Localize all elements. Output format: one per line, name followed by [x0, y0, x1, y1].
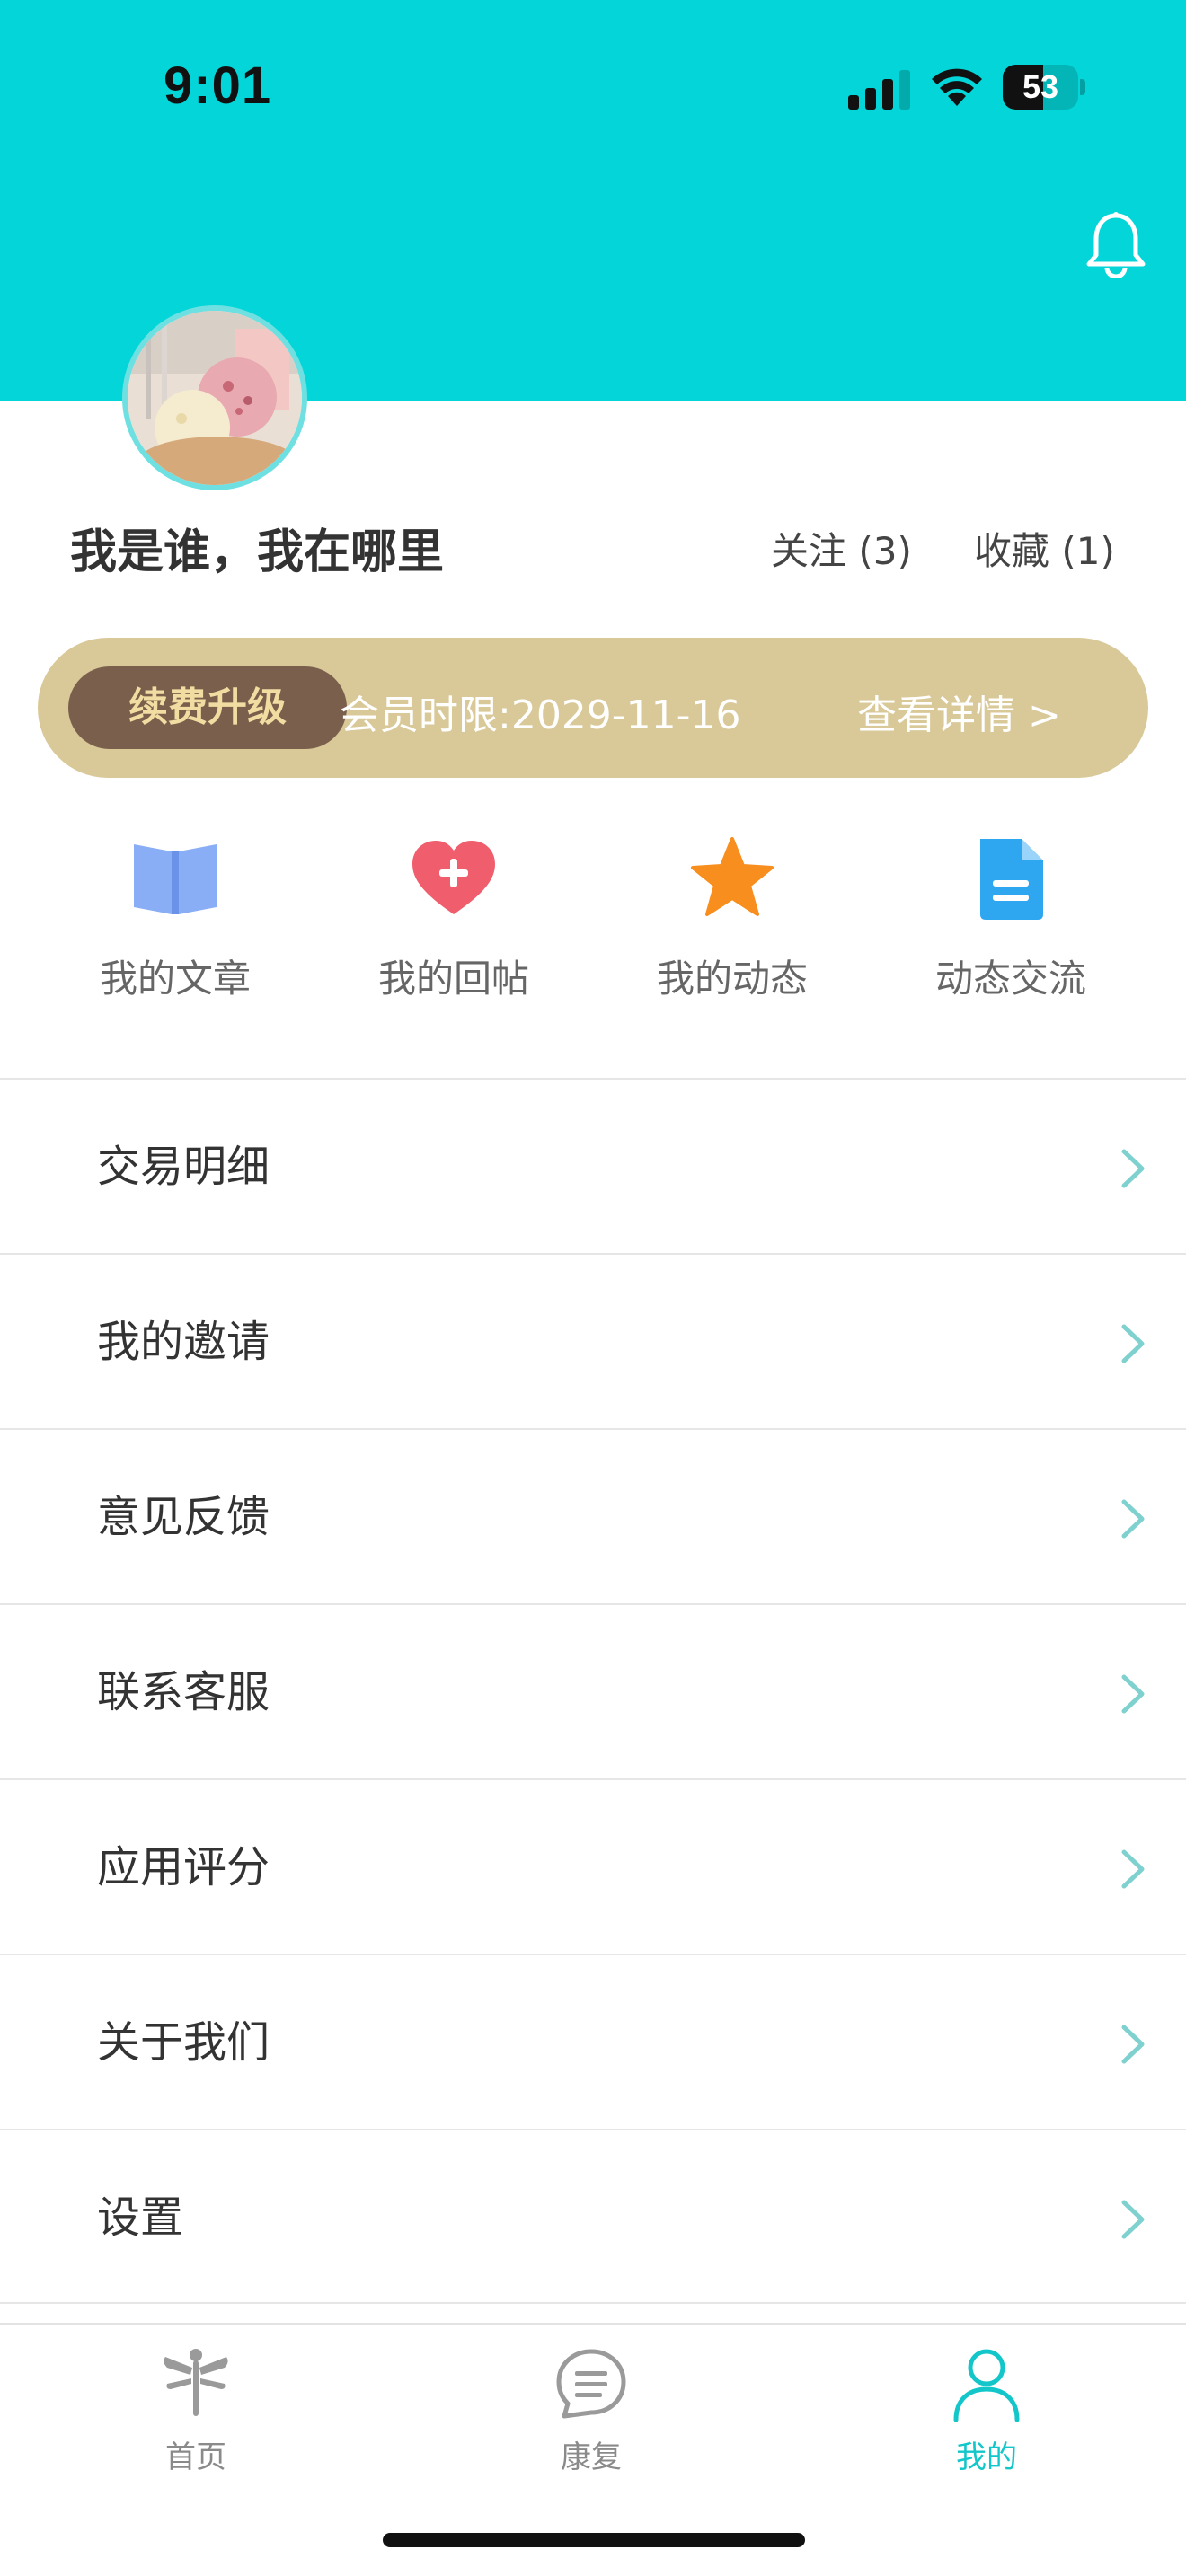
- menu-item-settings[interactable]: 设置: [0, 2129, 1186, 2304]
- menu-item-label: 交易明细: [97, 1142, 270, 1192]
- battery-indicator: 53: [1003, 65, 1085, 110]
- membership-banner[interactable]: 续费升级 会员时限:2029-11-16 查看详情 >: [38, 638, 1148, 778]
- tab-label: 康复: [561, 2439, 622, 2475]
- tab-home[interactable]: 首页: [61, 2325, 331, 2504]
- quick-action-label: 我的文章: [99, 957, 251, 1001]
- quick-action-label: 我的动态: [656, 957, 808, 1001]
- view-details-link[interactable]: 查看详情 >: [857, 683, 1061, 740]
- person-icon: [953, 2349, 1020, 2422]
- menu-item-invitations[interactable]: 我的邀请: [0, 1253, 1186, 1428]
- chevron-right-icon: [1121, 1849, 1145, 1889]
- document-icon: [980, 839, 1043, 920]
- user-avatar[interactable]: [122, 305, 307, 490]
- chevron-right-icon: [1121, 1674, 1145, 1714]
- tab-rehab[interactable]: 康复: [456, 2325, 726, 2504]
- quick-action-exchange[interactable]: 动态交流: [898, 834, 1123, 1004]
- tab-mine[interactable]: 我的: [852, 2325, 1121, 2504]
- quick-action-label: 动态交流: [934, 957, 1086, 1001]
- chat-bubble-icon: [556, 2349, 626, 2419]
- menu-item-rate-app[interactable]: 应用评分: [0, 1778, 1186, 1954]
- menu-item-transactions[interactable]: 交易明细: [0, 1078, 1186, 1253]
- chevron-right-icon: [1121, 2200, 1145, 2239]
- renew-upgrade-button[interactable]: 续费升级: [68, 666, 347, 749]
- menu-item-customer-service[interactable]: 联系客服: [0, 1603, 1186, 1778]
- heart-plus-icon: [412, 841, 495, 914]
- menu-item-about-us[interactable]: 关于我们: [0, 1954, 1186, 2129]
- dragonfly-icon: [164, 2349, 228, 2416]
- menu-item-feedback[interactable]: 意见反馈: [0, 1428, 1186, 1603]
- quick-action-articles[interactable]: 我的文章: [63, 834, 288, 1004]
- quick-action-label: 我的回帖: [377, 957, 529, 1001]
- quick-action-moments[interactable]: 我的动态: [620, 834, 845, 1004]
- menu-item-label: 设置: [97, 2192, 184, 2243]
- notification-bell-icon[interactable]: [1084, 210, 1148, 278]
- follow-count-link[interactable]: 关注 (3): [771, 521, 912, 576]
- cellular-signal-icon: [848, 70, 910, 110]
- tab-label: 我的: [956, 2439, 1017, 2475]
- avatar-image: [128, 311, 302, 485]
- open-book-icon: [134, 844, 217, 914]
- menu-item-label: 应用评分: [97, 1842, 270, 1892]
- menu-item-label: 意见反馈: [97, 1492, 270, 1542]
- chevron-right-icon: [1121, 2025, 1145, 2064]
- chevron-right-icon: [1121, 1324, 1145, 1363]
- chevron-right-icon: [1121, 1149, 1145, 1188]
- home-indicator[interactable]: [383, 2533, 805, 2547]
- menu-item-label: 关于我们: [97, 2017, 270, 2068]
- user-name: 我是谁，我在哪里: [70, 525, 445, 579]
- menu-item-label: 我的邀请: [97, 1317, 270, 1367]
- chevron-right-icon: [1121, 1499, 1145, 1539]
- star-icon: [691, 837, 774, 916]
- favorites-count-link[interactable]: 收藏 (1): [974, 521, 1115, 576]
- tab-label: 首页: [165, 2439, 226, 2475]
- quick-action-replies[interactable]: 我的回帖: [341, 834, 566, 1004]
- battery-percent: 53: [1022, 68, 1059, 105]
- settings-menu: 交易明细 我的邀请 意见反馈 联系客服 应用评分 关于我们 设置: [0, 1078, 1186, 2304]
- status-time: 9:01: [164, 57, 272, 115]
- membership-expiry: 会员时限:2029-11-16: [340, 693, 741, 738]
- wifi-icon: [932, 68, 982, 106]
- menu-item-label: 联系客服: [97, 1667, 270, 1717]
